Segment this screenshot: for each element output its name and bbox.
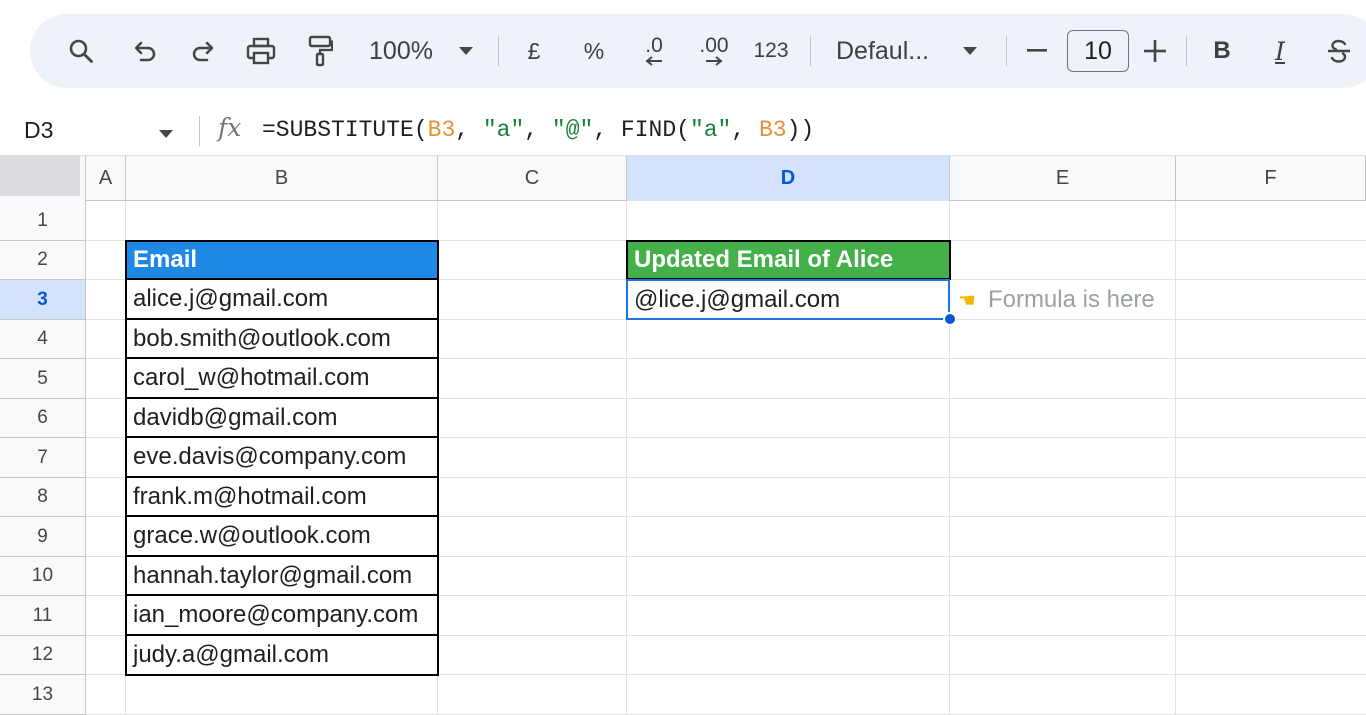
zoom-dropdown-icon[interactable] (454, 14, 478, 88)
currency-format-button[interactable]: £ (520, 14, 548, 88)
formula-text: , FIND( (593, 117, 690, 143)
name-box[interactable]: D3 (24, 114, 53, 146)
row-header-9[interactable]: 9 (0, 517, 86, 557)
email-cell-b5[interactable]: carol_w@hotmail.com (125, 358, 439, 399)
print-icon[interactable] (244, 14, 278, 88)
paint-format-icon[interactable] (304, 14, 336, 88)
formula-text: , (731, 117, 759, 143)
row-header-2[interactable]: 2 (0, 241, 86, 280)
result-cell-d3[interactable]: @lice.j@gmail.com (626, 279, 950, 320)
row-header-3[interactable]: 3 (0, 280, 86, 320)
pointing-hand-icon: ☚ (958, 289, 976, 312)
row-header-11[interactable]: 11 (0, 596, 86, 636)
bold-button[interactable]: B (1208, 14, 1236, 88)
formula-bar: D3 fx =SUBSTITUTE(B3, "a", "@", FIND("a"… (0, 104, 1366, 156)
formula-text: , (455, 117, 483, 143)
arrow-left-icon (645, 56, 662, 66)
fill-handle[interactable] (943, 312, 957, 326)
row-header-6[interactable]: 6 (0, 399, 86, 438)
formula-string: "a" (689, 117, 732, 143)
font-family-select[interactable]: Defaul... (836, 14, 942, 88)
toolbar-area: 100% £ % .0 .00 123 Defaul... 10 B I (0, 0, 1366, 104)
email-cell-b8[interactable]: frank.m@hotmail.com (125, 477, 439, 517)
fx-icon: fx (218, 113, 242, 142)
email-cell-b7[interactable]: eve.davis@company.com (125, 437, 439, 478)
formula-text: =SUBSTITUTE( (262, 117, 428, 143)
email-cell-b10[interactable]: hannah.taylor@gmail.com (125, 556, 439, 596)
formula-cell-ref: B3 (427, 117, 456, 143)
number-format-button[interactable]: 123 (750, 14, 792, 88)
column-header-b[interactable]: B (126, 156, 438, 201)
toolbar-divider (1006, 36, 1007, 66)
zoom-value[interactable]: 100% (364, 14, 438, 88)
formula-note-text: Formula is here (987, 286, 1155, 313)
row-header-12[interactable]: 12 (0, 636, 86, 675)
email-cell-b3[interactable]: alice.j@gmail.com (125, 279, 439, 320)
decrease-decimal-label: .0 (645, 34, 663, 57)
email-cell-b11[interactable]: ian_moore@company.com (125, 595, 439, 636)
increase-decimal-label: .00 (699, 34, 729, 57)
formula-string: "@" (551, 117, 594, 143)
email-cell-b6[interactable]: davidb@gmail.com (125, 398, 439, 438)
formula-cell-ref: B3 (758, 117, 787, 143)
column-header-c[interactable]: C (438, 156, 627, 201)
increase-font-size-icon[interactable] (1142, 14, 1168, 88)
decrease-font-size-icon[interactable] (1024, 14, 1050, 88)
font-size-input[interactable]: 10 (1067, 30, 1129, 72)
column-header-d[interactable]: D (627, 156, 950, 201)
formula-string: "a" (482, 117, 525, 143)
row-header-10[interactable]: 10 (0, 557, 86, 596)
formula-note: ☚ Formula is here (958, 280, 1155, 320)
decrease-decimal-button[interactable]: .0 (634, 14, 674, 88)
email-cell-b9[interactable]: grace.w@outlook.com (125, 516, 439, 557)
toolbar-divider (810, 36, 811, 66)
toolbar: 100% £ % .0 .00 123 Defaul... 10 B I (30, 14, 1366, 88)
formula-input[interactable]: =SUBSTITUTE(B3, "a", "@", FIND("a", B3)) (262, 114, 814, 146)
email-cell-b12[interactable]: judy.a@gmail.com (125, 635, 439, 676)
percent-format-button[interactable]: % (578, 14, 610, 88)
row-header-5[interactable]: 5 (0, 359, 86, 399)
corner-freeze-bar[interactable] (0, 156, 80, 196)
increase-decimal-button[interactable]: .00 (692, 14, 736, 88)
undo-icon[interactable] (130, 14, 160, 88)
column-header-row: A B C D E F (0, 156, 1366, 201)
select-all-corner[interactable] (0, 156, 86, 201)
redo-icon[interactable] (188, 14, 218, 88)
row-header-4[interactable]: 4 (0, 320, 86, 359)
formula-text: , (524, 117, 552, 143)
column-header-f[interactable]: F (1176, 156, 1366, 201)
formula-text: )) (786, 117, 815, 143)
column-header-a[interactable]: A (86, 156, 126, 201)
search-icon[interactable] (64, 14, 98, 88)
spreadsheet-grid: A B C D E F 1 2 3 4 5 6 7 8 9 10 11 12 1… (0, 156, 1366, 715)
toolbar-divider (498, 36, 499, 66)
arrow-right-icon (706, 56, 723, 66)
email-header-cell[interactable]: Email (125, 240, 439, 280)
name-box-dropdown-icon[interactable] (158, 126, 174, 144)
row-header-8[interactable]: 8 (0, 478, 86, 517)
toolbar-divider (1186, 36, 1187, 66)
italic-button[interactable]: I (1266, 14, 1294, 88)
result-header-cell[interactable]: Updated Email of Alice (626, 240, 951, 280)
email-cell-b4[interactable]: bob.smith@outlook.com (125, 319, 439, 359)
grid-line (1175, 201, 1176, 715)
column-header-e[interactable]: E (950, 156, 1176, 201)
row-header-1[interactable]: 1 (0, 201, 86, 241)
row-header-7[interactable]: 7 (0, 438, 86, 478)
row-header-13[interactable]: 13 (0, 675, 86, 715)
font-dropdown-icon[interactable] (958, 14, 982, 88)
strikethrough-icon[interactable] (1324, 14, 1354, 88)
formula-bar-divider (199, 116, 200, 146)
